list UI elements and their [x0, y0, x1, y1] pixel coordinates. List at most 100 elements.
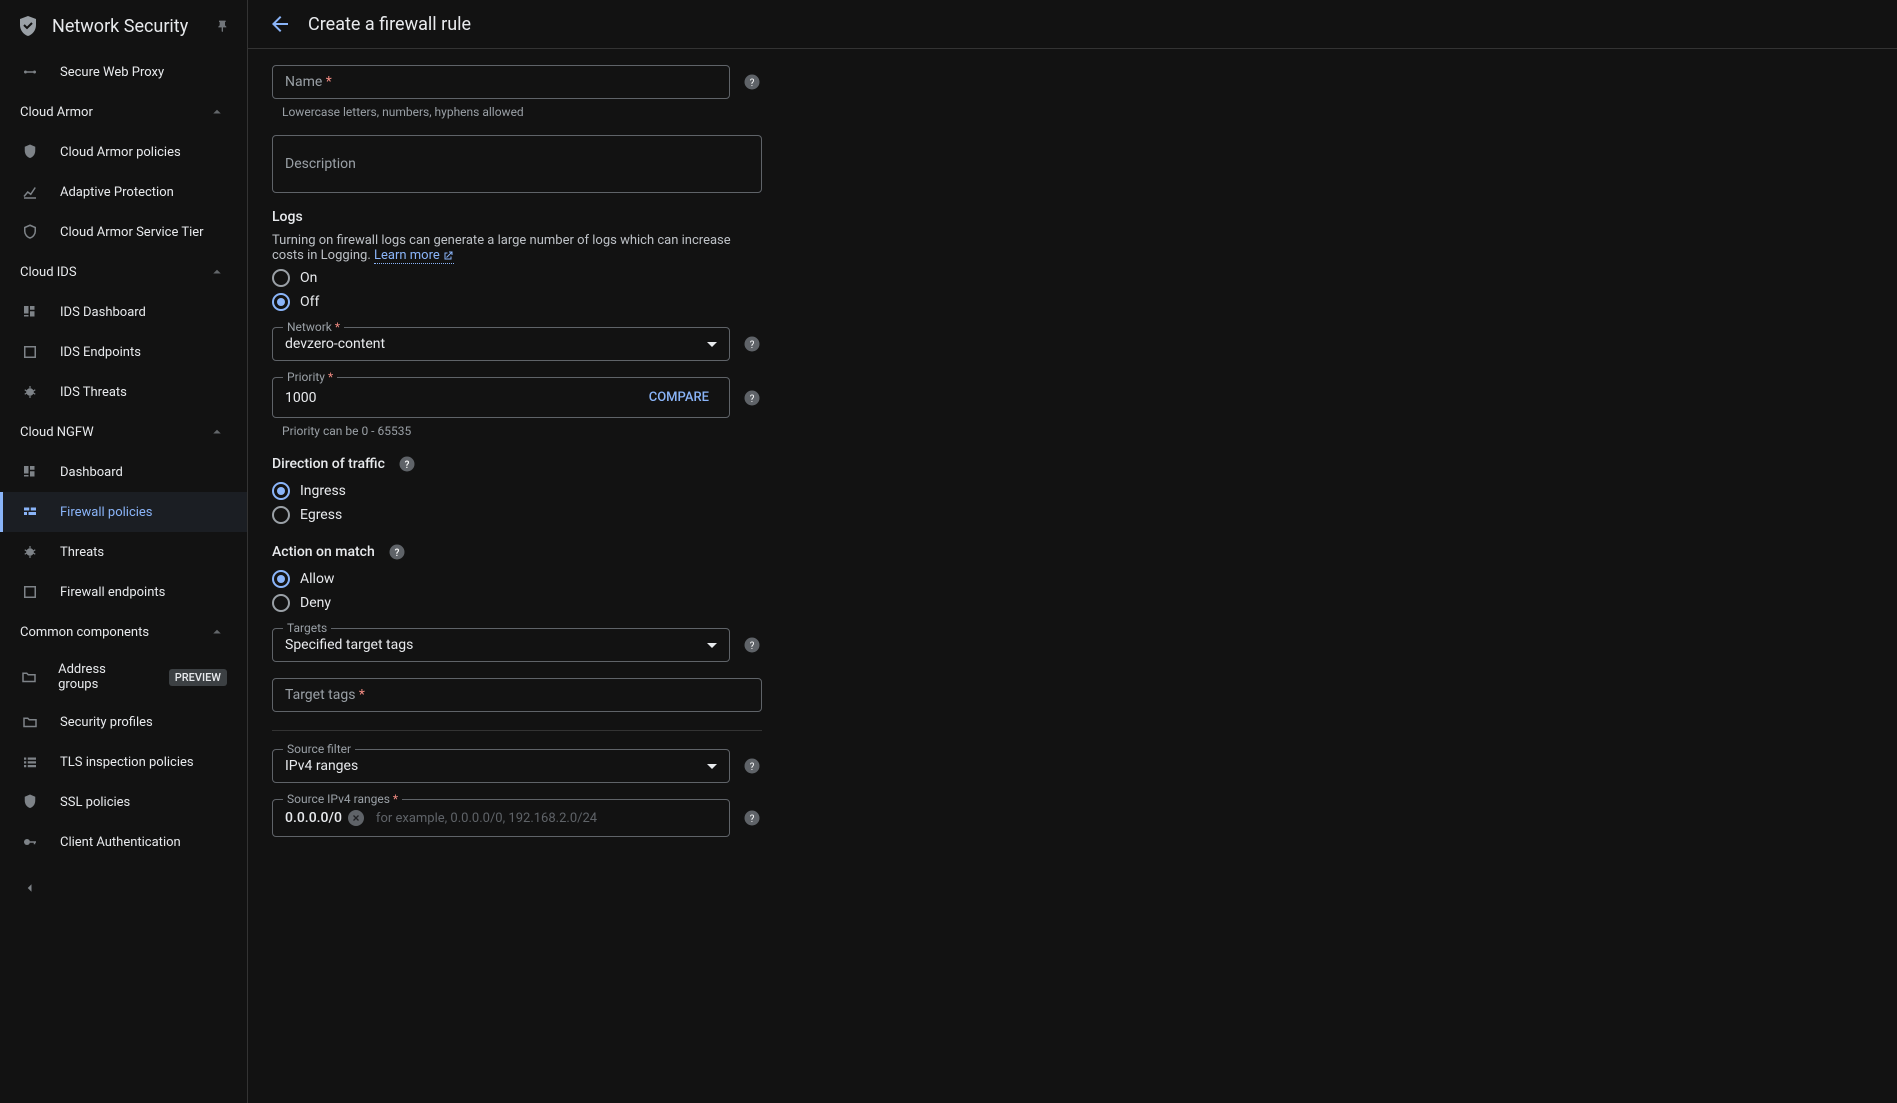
sidebar-item-dashboard[interactable]: Dashboard: [0, 452, 247, 492]
logs-note: Turning on firewall logs can generate a …: [272, 233, 762, 263]
svg-text:?: ?: [750, 340, 755, 351]
name-field[interactable]: Name *: [272, 65, 730, 99]
proxy-icon: [20, 62, 40, 82]
svg-text:?: ?: [750, 393, 755, 404]
sidebar-item-cloud-armor-policies[interactable]: Cloud Armor policies: [0, 132, 247, 172]
svg-text:?: ?: [750, 641, 755, 652]
help-icon[interactable]: ?: [742, 756, 762, 776]
sidebar-header: Network Security: [0, 0, 247, 52]
help-icon[interactable]: ?: [742, 635, 762, 655]
radio-icon: [272, 506, 290, 524]
section-cloud-ids[interactable]: Cloud IDS: [0, 252, 247, 292]
form-area: Name * ? Lowercase letters, numbers, hyp…: [248, 49, 1897, 1103]
logs-on-radio[interactable]: On: [272, 269, 1873, 287]
pin-icon[interactable]: [215, 18, 231, 34]
help-icon[interactable]: ?: [387, 542, 407, 562]
section-cloud-ngfw[interactable]: Cloud NGFW: [0, 412, 247, 452]
section-cloud-armor[interactable]: Cloud Armor: [0, 92, 247, 132]
learn-more-link[interactable]: Learn more: [374, 248, 454, 264]
help-icon[interactable]: ?: [397, 454, 417, 474]
bug-icon: [20, 382, 40, 402]
action-title: Action on match ?: [272, 542, 1873, 562]
external-link-icon: [442, 250, 454, 262]
network-value: devzero-content: [285, 336, 699, 352]
sidebar: Network Security Secure Web Proxy Cloud …: [0, 0, 248, 1103]
sidebar-item-secure-web-proxy[interactable]: Secure Web Proxy: [0, 52, 247, 92]
dropdown-arrow-icon: [707, 342, 717, 347]
sidebar-item-label: Secure Web Proxy: [60, 65, 164, 80]
help-icon[interactable]: ?: [742, 334, 762, 354]
direction-ingress-radio[interactable]: Ingress: [272, 482, 1873, 500]
sidebar-item-label: IDS Threats: [60, 385, 127, 400]
preview-badge: PREVIEW: [169, 669, 227, 686]
sidebar-item-client-auth[interactable]: Client Authentication: [0, 822, 247, 862]
sidebar-item-ids-endpoints[interactable]: IDS Endpoints: [0, 332, 247, 372]
back-button[interactable]: [268, 12, 292, 36]
sidebar-item-label: IDS Endpoints: [60, 345, 141, 360]
sidebar-item-threats[interactable]: Threats: [0, 532, 247, 572]
priority-value: 1000: [285, 390, 641, 406]
radio-checked-icon: [272, 293, 290, 311]
network-select[interactable]: Network * devzero-content: [272, 327, 730, 361]
svg-text:?: ?: [394, 548, 399, 559]
source-ranges-field[interactable]: Source IPv4 ranges * 0.0.0.0/0 for examp…: [272, 799, 730, 837]
sidebar-item-label: Security profiles: [60, 715, 153, 730]
sidebar-item-ssl-policies[interactable]: SSL policies: [0, 782, 247, 822]
page-title: Create a firewall rule: [308, 14, 471, 35]
app-title: Network Security: [52, 16, 203, 37]
bug-icon: [20, 542, 40, 562]
endpoints-icon: [20, 342, 40, 362]
radio-checked-icon: [272, 570, 290, 588]
example-text: for example, 0.0.0.0/0, 192.168.2.0/24: [376, 811, 597, 826]
sidebar-item-address-groups[interactable]: Address groups PREVIEW: [0, 652, 247, 702]
help-icon[interactable]: ?: [742, 808, 762, 828]
sidebar-item-tls-inspection[interactable]: TLS inspection policies: [0, 742, 247, 782]
source-filter-select[interactable]: Source filter IPv4 ranges: [272, 749, 730, 783]
dropdown-arrow-icon: [707, 643, 717, 648]
sidebar-item-label: IDS Dashboard: [60, 305, 146, 320]
source-filter-value: IPv4 ranges: [285, 758, 699, 774]
sidebar-item-label: SSL policies: [60, 795, 130, 810]
help-icon[interactable]: ?: [742, 388, 762, 408]
action-allow-radio[interactable]: Allow: [272, 570, 1873, 588]
ip-range-chip: 0.0.0.0/0: [285, 808, 364, 828]
svg-text:?: ?: [750, 78, 755, 89]
priority-helper: Priority can be 0 - 65535: [272, 424, 762, 438]
sidebar-item-firewall-endpoints[interactable]: Firewall endpoints: [0, 572, 247, 612]
key-icon: [20, 832, 40, 852]
chart-trend-icon: [20, 182, 40, 202]
sidebar-item-ids-dashboard[interactable]: IDS Dashboard: [0, 292, 247, 332]
sidebar-item-security-profiles[interactable]: Security profiles: [0, 702, 247, 742]
dashboard-icon: [20, 302, 40, 322]
name-helper: Lowercase letters, numbers, hyphens allo…: [272, 105, 762, 119]
sidebar-item-label: Client Authentication: [60, 835, 181, 850]
svg-text:?: ?: [750, 814, 755, 825]
sidebar-item-service-tier[interactable]: Cloud Armor Service Tier: [0, 212, 247, 252]
section-common-components[interactable]: Common components: [0, 612, 247, 652]
sidebar-collapse[interactable]: [0, 862, 247, 908]
policies-icon: [20, 142, 40, 162]
sidebar-item-ids-threats[interactable]: IDS Threats: [0, 372, 247, 412]
action-deny-radio[interactable]: Deny: [272, 594, 1873, 612]
direction-egress-radio[interactable]: Egress: [272, 506, 1873, 524]
separator: [272, 730, 762, 731]
logs-title: Logs: [272, 209, 1873, 225]
folder-icon: [20, 712, 40, 732]
sidebar-item-label: Cloud Armor policies: [60, 145, 181, 160]
endpoints-icon: [20, 582, 40, 602]
targets-select[interactable]: Targets Specified target tags: [272, 628, 730, 662]
targets-value: Specified target tags: [285, 637, 699, 653]
sidebar-item-firewall-policies[interactable]: Firewall policies: [0, 492, 247, 532]
priority-field[interactable]: Priority * 1000 COMPARE: [272, 377, 730, 418]
sidebar-item-label: Address groups: [58, 662, 141, 692]
logs-off-radio[interactable]: Off: [272, 293, 1873, 311]
main-header: Create a firewall rule: [248, 0, 1897, 49]
help-icon[interactable]: ?: [742, 72, 762, 92]
sidebar-item-label: Cloud Armor Service Tier: [60, 225, 204, 240]
chevron-up-icon: [207, 262, 227, 282]
sidebar-item-adaptive-protection[interactable]: Adaptive Protection: [0, 172, 247, 212]
description-field[interactable]: Description: [272, 135, 762, 193]
chip-remove-button[interactable]: [348, 810, 364, 826]
compare-button[interactable]: COMPARE: [641, 386, 717, 409]
target-tags-field[interactable]: Target tags *: [272, 678, 762, 712]
